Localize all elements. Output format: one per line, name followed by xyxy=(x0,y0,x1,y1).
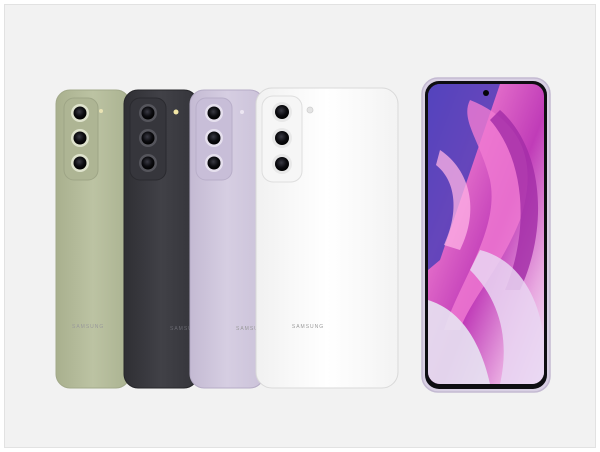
phone-front-display xyxy=(421,77,551,393)
phone-olive-back: SAMSUNG xyxy=(55,89,131,389)
brand-logo-olive: SAMSUNG xyxy=(72,324,104,330)
brand-logo-white: SAMSUNG xyxy=(292,324,324,330)
phone-white-back: SAMSUNG xyxy=(255,87,399,389)
product-photo: SAMSUNG SAMSUNG SAMSUNG SAMSUNG xyxy=(55,77,551,393)
phone-screen-wallpaper xyxy=(428,84,544,384)
